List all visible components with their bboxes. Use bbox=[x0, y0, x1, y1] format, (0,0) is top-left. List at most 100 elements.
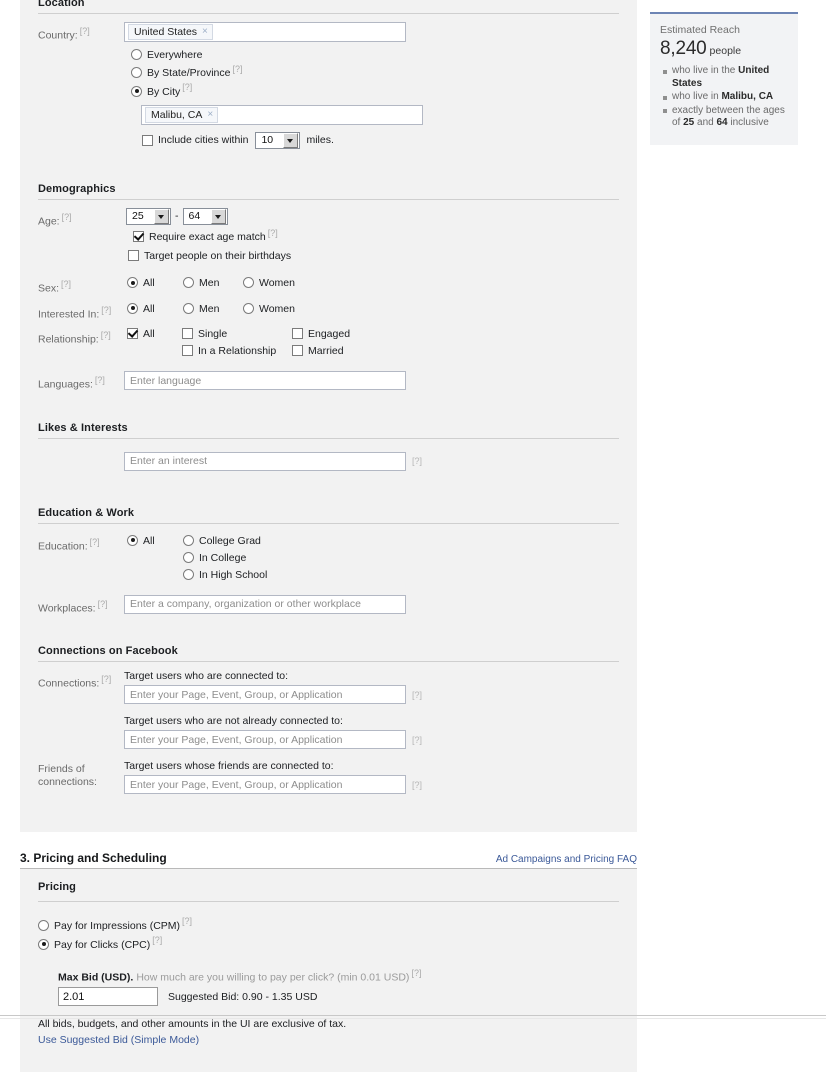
languages-input[interactable] bbox=[124, 371, 406, 390]
help-icon[interactable]: [?] bbox=[268, 228, 278, 238]
age-min-select[interactable]: 25 bbox=[126, 208, 171, 225]
relationship-single[interactable]: Single bbox=[182, 326, 292, 343]
relationship-engaged-checkbox[interactable] bbox=[292, 328, 303, 339]
education-grad-control[interactable] bbox=[183, 535, 194, 546]
radio-by-city-label: By City bbox=[147, 84, 180, 101]
education-hs-control[interactable] bbox=[183, 569, 194, 580]
help-icon[interactable]: [?] bbox=[62, 212, 72, 222]
education-all-label: All bbox=[143, 533, 155, 550]
interested-women-control[interactable] bbox=[243, 303, 254, 314]
close-icon[interactable]: × bbox=[202, 26, 208, 38]
exact-age-label: Require exact age match bbox=[149, 229, 266, 246]
help-icon[interactable]: [?] bbox=[412, 690, 422, 700]
education-in-college[interactable]: In College bbox=[183, 550, 267, 567]
relationship-married[interactable]: Married bbox=[292, 343, 350, 360]
section-heading-location: Location bbox=[38, 0, 619, 13]
help-icon[interactable]: [?] bbox=[80, 26, 90, 36]
interest-input[interactable] bbox=[124, 452, 406, 471]
birthday-checkbox[interactable] bbox=[128, 250, 139, 261]
include-cities-checkbox[interactable] bbox=[142, 135, 153, 146]
relationship-all-checkbox[interactable] bbox=[127, 328, 138, 339]
label-interested-in: Interested In:[?] bbox=[38, 301, 124, 322]
help-icon[interactable]: [?] bbox=[98, 599, 108, 609]
relationship-single-checkbox[interactable] bbox=[182, 328, 193, 339]
use-suggested-bid-link[interactable]: Use Suggested Bid (Simple Mode) bbox=[38, 1034, 199, 1046]
interested-option-women[interactable]: Women bbox=[243, 301, 295, 318]
friends-connected-input[interactable] bbox=[124, 775, 406, 794]
label-sex: Sex:[?] bbox=[38, 275, 124, 296]
sex-women-control[interactable] bbox=[243, 277, 254, 288]
radio-everywhere[interactable]: Everywhere bbox=[131, 47, 619, 64]
chevron-down-icon[interactable] bbox=[154, 209, 169, 224]
radio-by-state-control[interactable] bbox=[131, 67, 142, 78]
max-bid-input[interactable] bbox=[58, 987, 158, 1006]
radio-by-city[interactable]: By City[?] bbox=[131, 82, 619, 101]
pay-impressions-option[interactable]: Pay for Impressions (CPM)[?] bbox=[38, 916, 619, 935]
close-icon[interactable]: × bbox=[207, 109, 213, 121]
help-icon[interactable]: [?] bbox=[61, 279, 71, 289]
row-languages: Languages:[?] bbox=[38, 371, 619, 392]
interested-men-control[interactable] bbox=[183, 303, 194, 314]
interested-all-control[interactable] bbox=[127, 303, 138, 314]
help-icon[interactable]: [?] bbox=[90, 537, 100, 547]
help-icon[interactable]: [?] bbox=[232, 64, 242, 74]
workplaces-input[interactable] bbox=[124, 595, 406, 614]
section-heading-likes: Likes & Interests bbox=[38, 396, 619, 438]
radio-by-state[interactable]: By State/Province[?] bbox=[131, 64, 619, 83]
relationship-married-checkbox[interactable] bbox=[292, 345, 303, 356]
divider-pricing bbox=[38, 901, 619, 902]
exact-age-checkbox[interactable] bbox=[133, 231, 144, 242]
education-hs-label: In High School bbox=[199, 567, 267, 584]
pricing-faq-link[interactable]: Ad Campaigns and Pricing FAQ bbox=[496, 854, 637, 865]
interested-option-men[interactable]: Men bbox=[183, 301, 243, 318]
sex-men-control[interactable] bbox=[183, 277, 194, 288]
education-all-control[interactable] bbox=[127, 535, 138, 546]
estimated-reach-value-row: 8,240people bbox=[660, 38, 788, 60]
help-icon[interactable]: [?] bbox=[152, 935, 162, 945]
country-input[interactable]: United States × bbox=[124, 22, 406, 42]
sex-option-all[interactable]: All bbox=[127, 275, 183, 292]
education-college-grad[interactable]: College Grad bbox=[183, 533, 267, 550]
pay-clicks-option[interactable]: Pay for Clicks (CPC)[?] bbox=[38, 935, 619, 954]
relationship-engaged[interactable]: Engaged bbox=[292, 326, 350, 343]
chevron-down-icon[interactable] bbox=[211, 209, 226, 224]
help-icon[interactable]: [?] bbox=[412, 735, 422, 745]
not-connected-to-input[interactable] bbox=[124, 730, 406, 749]
pay-clicks-control[interactable] bbox=[38, 939, 49, 950]
help-icon[interactable]: [?] bbox=[412, 780, 422, 790]
row-age: Age:[?] 25 - 64 bbox=[38, 208, 619, 266]
relationship-in-a-relationship[interactable]: In a Relationship bbox=[182, 343, 292, 360]
education-in-high-school[interactable]: In High School bbox=[183, 567, 267, 584]
sex-option-women[interactable]: Women bbox=[243, 275, 295, 292]
connected-to-input[interactable] bbox=[124, 685, 406, 704]
pay-impressions-control[interactable] bbox=[38, 920, 49, 931]
education-incollege-control[interactable] bbox=[183, 552, 194, 563]
row-sex: Sex:[?] All Men Women bbox=[38, 275, 619, 296]
help-icon[interactable]: [?] bbox=[182, 916, 192, 926]
interested-option-all[interactable]: All bbox=[127, 301, 183, 318]
section-heading-demographics: Demographics bbox=[38, 153, 619, 199]
estimated-reach-panel: Estimated Reach 8,240people who live in … bbox=[650, 12, 798, 145]
radius-select[interactable]: 10 bbox=[255, 132, 300, 149]
help-icon[interactable]: [?] bbox=[101, 674, 111, 684]
city-input[interactable]: Malibu, CA × bbox=[141, 105, 423, 125]
relationship-all-label: All bbox=[143, 326, 155, 343]
help-icon[interactable]: [?] bbox=[412, 456, 422, 466]
chevron-down-icon[interactable] bbox=[283, 133, 298, 148]
radio-everywhere-control[interactable] bbox=[131, 49, 142, 60]
relationship-inrel-checkbox[interactable] bbox=[182, 345, 193, 356]
sex-option-men[interactable]: Men bbox=[183, 275, 243, 292]
radio-by-city-control[interactable] bbox=[131, 86, 142, 97]
sex-all-control[interactable] bbox=[127, 277, 138, 288]
relationship-all[interactable]: All bbox=[127, 326, 182, 360]
education-all[interactable]: All bbox=[127, 533, 183, 584]
age-max-select[interactable]: 64 bbox=[183, 208, 228, 225]
relationship-single-label: Single bbox=[198, 326, 227, 343]
help-icon[interactable]: [?] bbox=[101, 305, 111, 315]
help-icon[interactable]: [?] bbox=[95, 375, 105, 385]
label-languages: Languages:[?] bbox=[38, 371, 124, 392]
help-icon[interactable]: [?] bbox=[182, 82, 192, 92]
help-icon[interactable]: [?] bbox=[101, 330, 111, 340]
help-icon[interactable]: [?] bbox=[411, 968, 421, 978]
ads-targeting-page: Location Country:[?] United States × bbox=[0, 0, 826, 1024]
